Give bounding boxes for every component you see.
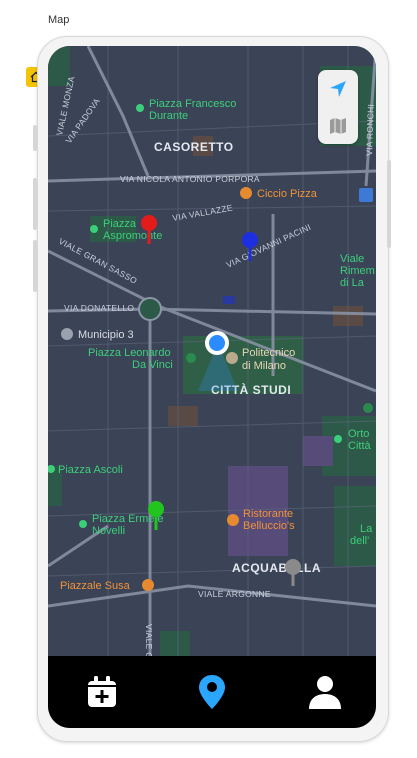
district-label: CASORETTO (154, 140, 234, 154)
map-icon[interactable] (318, 107, 358, 144)
place-label: Rimem (340, 265, 375, 277)
frame-title: Map (48, 14, 70, 26)
side-button (387, 160, 391, 248)
district-label: ACQUABELLA (232, 561, 321, 575)
place-label: Da Vinci (132, 359, 173, 371)
side-button (33, 125, 37, 151)
street-label: VIA NICOLA ANTONIO PORPORA (120, 174, 260, 184)
place-label: Orto (348, 428, 369, 440)
place-label: Città (348, 440, 372, 452)
user-location-dot (209, 335, 225, 351)
place-label: Municipio 3 (78, 329, 134, 341)
place-label: Politecnico (242, 347, 295, 359)
side-button (33, 240, 37, 292)
user-icon[interactable] (305, 672, 345, 712)
phone-screen: VIA PADOVA VIALE MONZA VIA NICOLA ANTONI… (48, 46, 376, 728)
place-label: dell' (350, 535, 369, 547)
place-label: Piazza Leonardo (88, 347, 171, 359)
place-label: Piazza Ascoli (58, 464, 123, 476)
place-label: La (360, 523, 373, 535)
poi-label: Belluccio's (243, 520, 295, 532)
place-label: Durante (149, 110, 188, 122)
poi-label: Ristorante (243, 508, 293, 520)
poi-label: Piazzale Susa (60, 580, 131, 592)
poi-label: Ciccio Pizza (257, 188, 318, 200)
street-label: VIA DONATELLO (64, 303, 134, 313)
location-pin-icon[interactable] (192, 672, 232, 712)
place-label: Aspromonte (103, 230, 162, 242)
place-label: di Milano (242, 360, 286, 372)
street-label: VIA RONCHI (364, 104, 376, 156)
side-button (33, 178, 37, 230)
navigation-arrow-icon[interactable] (318, 70, 358, 107)
place-label: Piazza (103, 218, 137, 230)
place-label: Piazza Francesco (149, 98, 236, 110)
street-label: VIALE ARGONNE (198, 589, 271, 599)
map-controls (318, 70, 358, 144)
place-label: Novelli (92, 525, 125, 537)
place-label: Viale (340, 253, 364, 265)
street-label: VIALE C (144, 624, 154, 656)
place-label: di La (340, 277, 365, 289)
calendar-add-icon[interactable] (82, 672, 122, 712)
bottom-tab-bar (48, 656, 376, 728)
